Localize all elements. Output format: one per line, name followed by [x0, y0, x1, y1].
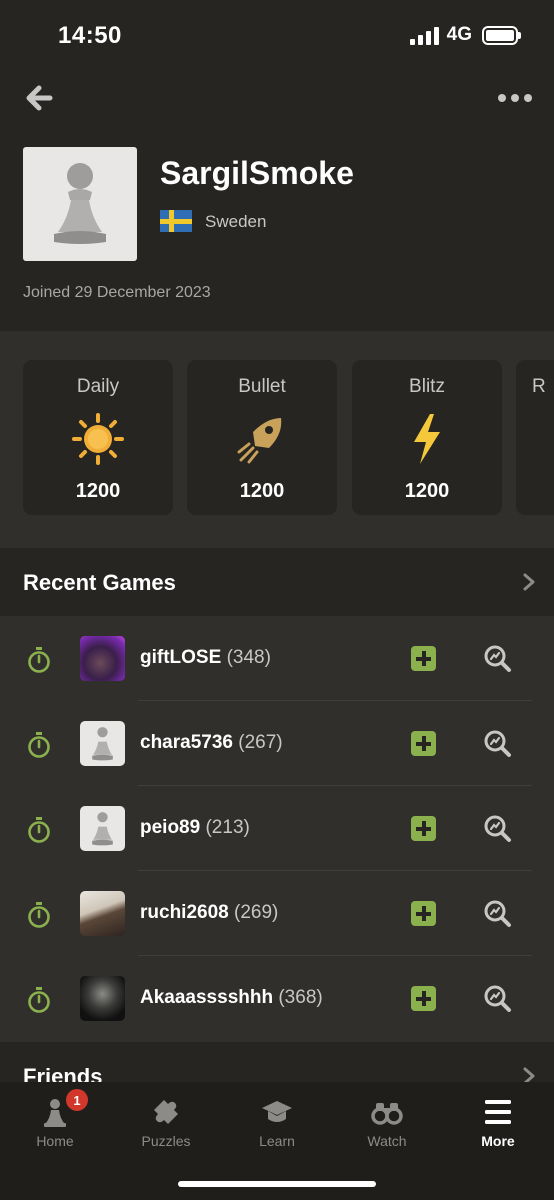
username: SargilSmoke — [160, 155, 354, 191]
add-friend-button[interactable] — [411, 646, 436, 671]
rating-value: 1200 — [404, 480, 450, 502]
rating-card-blitz[interactable]: Blitz 1200 — [352, 360, 502, 515]
player-rating: (213) — [205, 817, 250, 838]
rating-card-bullet[interactable]: Bullet 1200 — [187, 360, 337, 515]
game-row[interactable]: chara5736 (267) — [0, 701, 554, 786]
player-rating: (348) — [226, 647, 271, 668]
stopwatch-icon — [28, 647, 50, 673]
pawn-icon — [92, 727, 113, 761]
rating-value: 1200 — [75, 480, 121, 502]
rating-label: Daily — [76, 376, 120, 397]
bullet-icon — [237, 418, 282, 464]
nav-learn[interactable]: Learn — [222, 1082, 332, 1162]
analyze-game-icon[interactable] — [482, 813, 512, 843]
player-name[interactable]: giftLOSE (348) — [140, 647, 271, 669]
nav-home[interactable]: 1 Home — [0, 1082, 110, 1162]
signal-icon — [409, 25, 439, 45]
network-label: 4G — [446, 24, 472, 45]
player-name[interactable]: ruchi2608 (269) — [140, 902, 278, 924]
sweden-flag-icon — [160, 210, 192, 232]
home-indicator[interactable] — [178, 1181, 376, 1187]
bottom-nav: 1 Home Puzzles Learn Watch More — [0, 1082, 554, 1200]
nav-label: Watch — [367, 1133, 407, 1149]
profile-header: SargilSmoke Sweden Joined 29 December 20… — [0, 75, 554, 331]
analyze-game-icon[interactable] — [482, 728, 512, 758]
ratings-strip[interactable]: Daily 1200 Bullet 1200 Blitz 1200 R — [0, 331, 554, 548]
player-avatar[interactable] — [80, 891, 125, 936]
sun-icon — [72, 413, 124, 465]
game-row[interactable]: Akaaasssshhh (368) — [0, 956, 554, 1041]
nav-more[interactable]: More — [443, 1082, 553, 1162]
dot-icon — [524, 94, 532, 102]
player-rating: (267) — [238, 732, 283, 753]
graduation-cap-icon — [262, 1101, 292, 1122]
player-avatar[interactable] — [80, 976, 125, 1021]
more-options-button[interactable] — [498, 89, 532, 107]
pawn-icon — [54, 163, 106, 244]
dot-icon — [511, 94, 519, 102]
game-row[interactable]: peio89 (213) — [0, 786, 554, 871]
recent-games-header[interactable]: Recent Games — [0, 548, 554, 616]
rating-card-daily[interactable]: Daily 1200 — [23, 360, 173, 515]
player-rating: (269) — [234, 902, 279, 923]
game-row[interactable]: ruchi2608 (269) — [0, 871, 554, 956]
pawn-icon — [92, 812, 113, 846]
rating-value: 1200 — [239, 480, 285, 502]
battery-icon — [482, 25, 521, 45]
country-name: Sweden — [205, 212, 267, 231]
analyze-game-icon[interactable] — [482, 643, 512, 673]
rating-label: Blitz — [409, 376, 445, 397]
status-bar: 14:50 4G — [0, 0, 554, 75]
player-avatar[interactable] — [80, 636, 125, 681]
add-friend-button[interactable] — [411, 901, 436, 926]
analyze-game-icon[interactable] — [482, 898, 512, 928]
game-row[interactable]: giftLOSE (348) — [0, 616, 554, 701]
add-friend-button[interactable] — [411, 816, 436, 841]
nav-label: Puzzles — [141, 1133, 191, 1149]
rating-card-rapid[interactable]: R — [516, 360, 554, 515]
back-button[interactable] — [22, 83, 58, 113]
rating-label: Bullet — [238, 376, 286, 397]
stopwatch-icon — [28, 902, 50, 928]
stopwatch-icon — [28, 732, 50, 758]
add-friend-button[interactable] — [411, 986, 436, 1011]
player-name[interactable]: chara5736 (267) — [140, 732, 283, 754]
rating-label: R — [532, 376, 546, 397]
nav-watch[interactable]: Watch — [332, 1082, 442, 1162]
chevron-right-icon — [523, 573, 535, 591]
profile-avatar[interactable] — [23, 147, 137, 261]
nav-puzzles[interactable]: Puzzles — [111, 1082, 221, 1162]
back-arrow-icon — [26, 85, 53, 111]
player-rating: (368) — [278, 987, 323, 1008]
add-friend-button[interactable] — [411, 731, 436, 756]
binoculars-icon — [371, 1103, 403, 1125]
player-name[interactable]: Akaaasssshhh (368) — [140, 987, 323, 1009]
hamburger-menu-icon — [485, 1100, 511, 1124]
nav-label: Home — [36, 1133, 74, 1149]
recent-games-list: giftLOSE (348) chara5736 (267) peio89 (2… — [0, 616, 554, 1042]
player-avatar[interactable] — [80, 721, 125, 766]
stopwatch-icon — [28, 987, 50, 1013]
lightning-icon — [414, 414, 440, 464]
dot-icon — [498, 94, 506, 102]
nav-label: More — [481, 1133, 515, 1149]
joined-date: Joined 29 December 2023 — [23, 284, 211, 301]
recent-games-title: Recent Games — [23, 570, 176, 595]
status-time: 14:50 — [58, 22, 122, 49]
analyze-game-icon[interactable] — [482, 983, 512, 1013]
player-name[interactable]: peio89 (213) — [140, 817, 250, 839]
status-indicators: 4G — [409, 24, 521, 46]
player-avatar[interactable] — [80, 806, 125, 851]
puzzle-icon — [154, 1100, 178, 1124]
nav-label: Learn — [259, 1133, 295, 1149]
stopwatch-icon — [28, 817, 50, 843]
profile-page: 14:50 4G SargilSmoke Sweden Joined 29 De… — [0, 0, 554, 1200]
notification-badge: 1 — [64, 1087, 90, 1113]
